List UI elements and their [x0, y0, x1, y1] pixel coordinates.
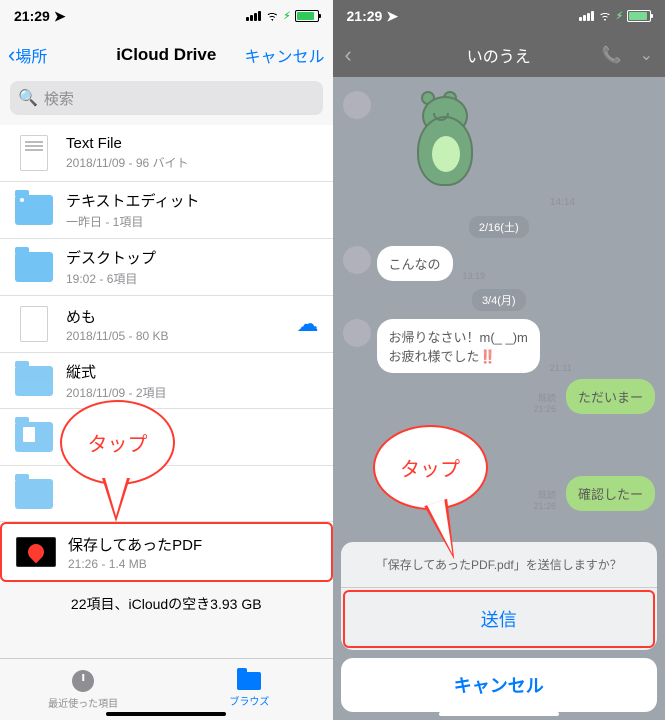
status-bar: 21:29➤ ⚡︎	[333, 0, 665, 32]
folder-row[interactable]: デスクトップ19:02 - 6項目	[0, 239, 333, 296]
search-icon: 🔍	[18, 88, 38, 108]
avatar[interactable]	[343, 246, 371, 274]
file-row[interactable]: Text File2018/11/09 - 96 バイト	[0, 125, 333, 182]
battery-icon	[295, 10, 319, 22]
charging-icon: ⚡︎	[616, 11, 623, 22]
tab-recent[interactable]: 最近使った項目	[0, 659, 166, 720]
folder-row[interactable]: 縦式2018/11/09 - 2項目	[0, 353, 333, 409]
avatar[interactable]	[343, 319, 371, 347]
folder-row[interactable]	[0, 409, 333, 466]
folder-icon	[15, 422, 53, 452]
files-app-screen: 21:29➤ ⚡︎ ‹場所 iCloud Drive キャンセル 🔍 検索 Te…	[0, 0, 333, 720]
signal-icon	[579, 11, 594, 21]
folder-icon	[15, 366, 53, 396]
nav-bar: ‹場所 iCloud Drive キャンセル	[0, 32, 333, 77]
read-receipt: 既読21:26	[533, 488, 556, 511]
timestamp: 21:11	[550, 363, 572, 373]
nav-title: iCloud Drive	[116, 45, 216, 65]
call-icon[interactable]: 📞	[602, 45, 622, 65]
date-pill: 3/4(月)	[472, 289, 526, 311]
search-input[interactable]: 🔍 検索	[10, 81, 323, 115]
timestamp: 14:14	[343, 197, 576, 208]
location-icon: ➤	[54, 8, 66, 25]
message-bubble[interactable]: こんなの	[377, 246, 453, 281]
chat-body: 14:14 2/16(土) こんなの 13:19 3/4(月) お帰りなさい！m…	[333, 77, 665, 547]
file-row[interactable]: めも2018/11/05 - 80 KB ☁︎	[0, 296, 333, 353]
chat-nav-bar: ‹ いのうえ 📞 ⌄	[333, 32, 665, 77]
frog-sticker	[407, 91, 487, 191]
status-time: 21:29	[14, 8, 50, 24]
status-time: 21:29	[347, 8, 383, 24]
back-button[interactable]: ‹場所	[8, 42, 47, 68]
sheet-prompt: 「保存してあったPDF.pdf」を送信しますか？	[341, 542, 658, 588]
chevron-left-icon: ‹	[8, 42, 15, 68]
message-bubble-sent[interactable]: 確認したー	[566, 476, 655, 511]
message-bubble-sent[interactable]: ただいまー	[566, 379, 655, 414]
date-pill: 2/16(土)	[469, 216, 529, 238]
message-bubble[interactable]: お帰りなさい！m(_ _)m お疲れ様でした‼️	[377, 319, 540, 373]
file-list: Text File2018/11/09 - 96 バイト テキストエディット一昨…	[0, 125, 333, 582]
storage-footer: 22項目、iCloudの空き3.93 GB	[0, 582, 333, 626]
sheet-cancel-button[interactable]: キャンセル	[341, 658, 658, 712]
action-sheet: 「保存してあったPDF.pdf」を送信しますか？ 送信 キャンセル	[333, 534, 665, 720]
home-indicator[interactable]	[439, 712, 559, 716]
home-indicator[interactable]	[106, 712, 226, 716]
battery-icon	[627, 10, 651, 22]
send-button[interactable]: 送信	[345, 592, 654, 646]
folder-icon	[237, 672, 261, 690]
folder-icon	[15, 252, 53, 282]
clock-icon	[72, 670, 94, 692]
chat-app-screen: 21:29➤ ⚡︎ ‹ いのうえ 📞 ⌄ 14:14 2/16(土) こんなの	[333, 0, 665, 720]
location-icon: ➤	[386, 8, 398, 25]
read-receipt: 既読21:26	[533, 391, 556, 414]
chevron-down-icon[interactable]: ⌄	[640, 45, 653, 65]
wifi-icon	[265, 8, 279, 24]
cancel-button[interactable]: キャンセル	[244, 43, 324, 67]
tab-browse[interactable]: ブラウズ	[166, 659, 332, 720]
cloud-download-icon[interactable]: ☁︎	[297, 311, 319, 337]
tab-bar: 最近使った項目 ブラウズ	[0, 658, 333, 720]
folder-row[interactable]: テキストエディット一昨日 - 1項目	[0, 182, 333, 239]
timestamp: 13:19	[463, 271, 486, 281]
avatar[interactable]	[343, 91, 371, 119]
pdf-icon	[16, 537, 56, 567]
signal-icon	[246, 11, 261, 21]
document-icon	[20, 135, 48, 171]
back-button[interactable]: ‹	[345, 42, 352, 68]
charging-icon: ⚡︎	[283, 11, 290, 22]
wifi-icon	[598, 8, 612, 24]
folder-icon	[15, 479, 53, 509]
folder-row[interactable]	[0, 466, 333, 522]
folder-icon	[15, 195, 53, 225]
file-row-highlighted[interactable]: 保存してあったPDF21:26 - 1.4 MB	[0, 522, 333, 582]
chat-title: いのうえ	[467, 43, 531, 67]
status-bar: 21:29➤ ⚡︎	[0, 0, 333, 32]
document-icon	[20, 306, 48, 342]
